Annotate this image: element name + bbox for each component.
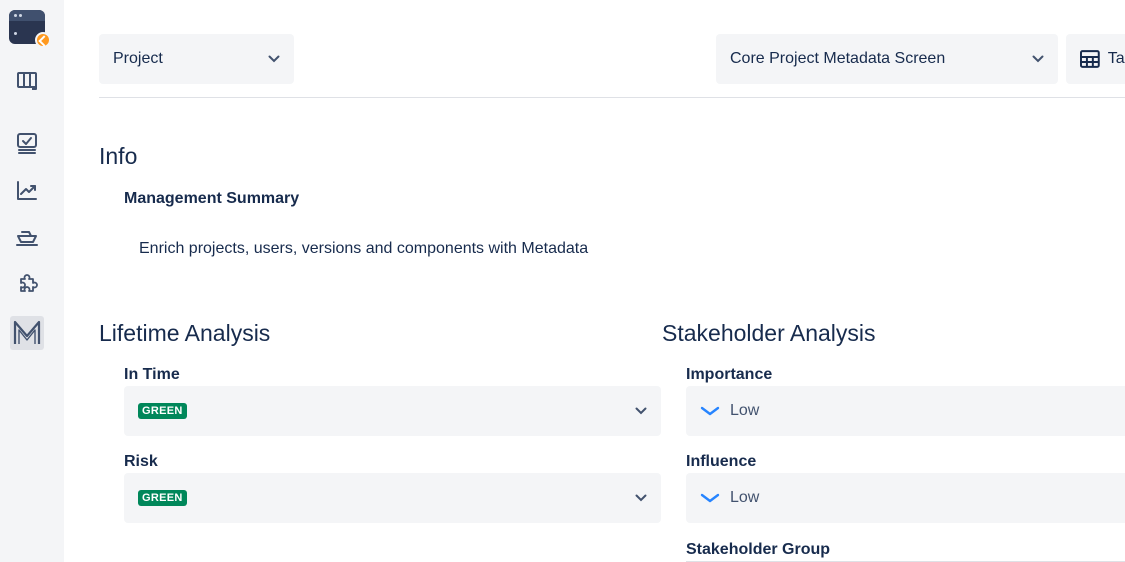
screen-select[interactable]: Core Project Metadata Screen <box>716 34 1058 84</box>
influence-dropdown[interactable]: Low <box>686 473 1125 523</box>
influence-label: Influence <box>686 453 757 470</box>
in-time-dropdown[interactable]: GREEN <box>124 386 661 436</box>
left-sidebar <box>0 0 64 562</box>
table-icon <box>1080 50 1100 68</box>
apps-puzzle-icon[interactable] <box>14 272 40 298</box>
influence-value-text: Low <box>730 489 760 506</box>
management-summary-value[interactable]: Enrich projects, users, versions and com… <box>139 240 588 258</box>
priority-low-chevron-icon <box>700 493 720 503</box>
metadata-m-icon[interactable] <box>10 316 44 350</box>
influence-value: Low <box>700 489 759 507</box>
releases-ship-icon[interactable] <box>14 224 40 250</box>
priority-low-chevron-icon <box>700 406 720 416</box>
board-icon[interactable] <box>14 68 40 94</box>
project-select-label: Project <box>113 50 163 67</box>
app-logo-icon[interactable] <box>9 10 51 48</box>
risk-label: Risk <box>124 453 158 470</box>
importance-label: Importance <box>686 366 773 383</box>
chevron-down-icon <box>635 407 647 415</box>
in-time-label: In Time <box>124 366 180 383</box>
header-divider <box>99 97 1125 98</box>
backlog-monitor-icon[interactable] <box>14 130 40 156</box>
project-select[interactable]: Project <box>99 34 294 84</box>
importance-dropdown[interactable]: Low <box>686 386 1125 436</box>
stakeholder-analysis-heading: Stakeholder Analysis <box>662 320 876 346</box>
info-heading: Info <box>99 143 138 169</box>
chevron-down-icon <box>268 55 280 63</box>
table-view-button[interactable]: Table <box>1066 34 1125 84</box>
status-badge: GREEN <box>138 490 187 506</box>
status-badge: GREEN <box>138 403 187 419</box>
table-view-label: Table <box>1107 50 1125 67</box>
chevron-down-icon <box>1032 55 1044 63</box>
screen-select-label: Core Project Metadata Screen <box>730 50 946 67</box>
stakeholder-group-label: Stakeholder Group <box>686 541 831 558</box>
risk-dropdown[interactable]: GREEN <box>124 473 661 523</box>
lifetime-analysis-heading: Lifetime Analysis <box>99 320 271 346</box>
importance-value: Low <box>700 402 759 420</box>
chevron-down-icon <box>635 494 647 502</box>
reports-chart-icon[interactable] <box>14 178 40 204</box>
management-summary-label: Management Summary <box>124 190 300 207</box>
importance-value-text: Low <box>730 402 760 419</box>
